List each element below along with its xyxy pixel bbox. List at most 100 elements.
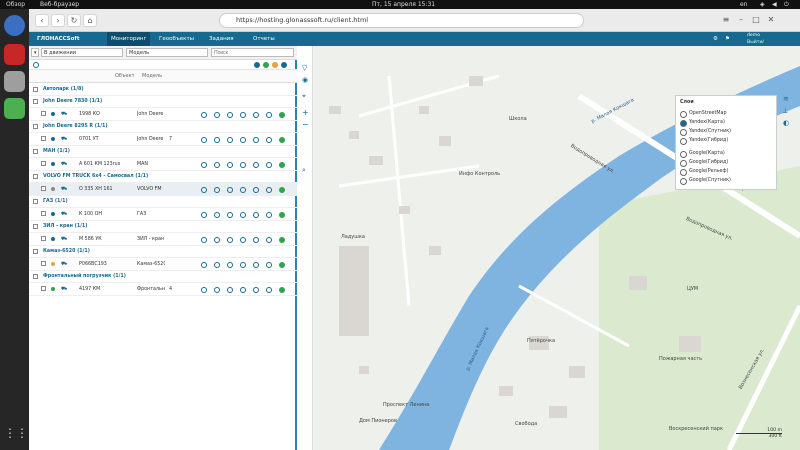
group-row[interactable]: ГАЗ (1/1) bbox=[29, 196, 297, 208]
clock-icon[interactable] bbox=[214, 187, 220, 193]
vehicle-name[interactable]: А 601 КМ 123rus bbox=[79, 158, 120, 171]
sensor-icon[interactable] bbox=[227, 237, 233, 243]
tab-monitoring[interactable]: Мониторинг bbox=[107, 32, 151, 46]
track-icon[interactable] bbox=[266, 287, 272, 293]
vehicle-name[interactable]: 0701 УТ bbox=[79, 133, 99, 146]
column-model[interactable]: Модель bbox=[142, 70, 162, 83]
close-icon[interactable]: ✕ bbox=[764, 14, 778, 27]
vehicle-row[interactable]: ⛟ О 335 ХН 161 VOLVO FM bbox=[29, 183, 297, 196]
show-apps-icon[interactable]: ⋮⋮ bbox=[4, 423, 28, 444]
reload-button[interactable]: ↻ bbox=[67, 14, 81, 27]
ok-icon[interactable] bbox=[279, 287, 285, 293]
sensor-icon[interactable] bbox=[227, 137, 233, 143]
sensor-icon[interactable] bbox=[227, 262, 233, 268]
fuel-icon[interactable] bbox=[240, 237, 246, 243]
layer-option[interactable]: Google(Рельеф) bbox=[680, 167, 772, 176]
maximize-icon[interactable]: □ bbox=[749, 14, 763, 27]
clock-icon[interactable] bbox=[214, 287, 220, 293]
activities-button[interactable]: Обзор bbox=[6, 0, 25, 9]
row-checkbox[interactable] bbox=[41, 261, 46, 266]
vehicle-name[interactable]: М 586 УК bbox=[79, 233, 102, 246]
fuel-icon[interactable] bbox=[240, 137, 246, 143]
track-icon[interactable] bbox=[266, 237, 272, 243]
ok-icon[interactable] bbox=[279, 212, 285, 218]
power-icon[interactable]: ⏻ bbox=[784, 0, 789, 9]
info-icon[interactable] bbox=[201, 187, 207, 193]
row-checkbox[interactable] bbox=[33, 87, 38, 92]
locate-icon[interactable]: ⌖ bbox=[302, 92, 306, 101]
engine-icon[interactable] bbox=[253, 162, 259, 168]
filter-map-icon[interactable]: ▽ bbox=[302, 64, 307, 72]
row-checkbox[interactable] bbox=[33, 149, 38, 154]
engine-icon[interactable] bbox=[253, 287, 259, 293]
engine-icon[interactable] bbox=[253, 112, 259, 118]
double-commander-icon[interactable] bbox=[4, 44, 25, 65]
state-filter-select[interactable]: В движении bbox=[41, 48, 123, 57]
camera-icon[interactable]: ◉ bbox=[302, 76, 308, 84]
clock-icon[interactable] bbox=[214, 237, 220, 243]
layer-option[interactable]: Google(Гибрид) bbox=[680, 158, 772, 167]
track-icon[interactable] bbox=[266, 137, 272, 143]
layer-option[interactable]: Google(Карта) bbox=[680, 149, 772, 158]
row-checkbox[interactable] bbox=[41, 211, 46, 216]
ok-icon[interactable] bbox=[279, 162, 285, 168]
info-icon[interactable] bbox=[201, 212, 207, 218]
url-bar[interactable]: https://hosting.glonasssoft.ru/client.ht… bbox=[219, 13, 584, 28]
browser-launcher-icon[interactable] bbox=[4, 15, 25, 36]
row-checkbox[interactable] bbox=[41, 136, 46, 141]
vehicle-row[interactable]: ⛟ 0701 УТ John Deere 7 bbox=[29, 133, 297, 146]
row-checkbox[interactable] bbox=[33, 174, 38, 179]
layer-option[interactable]: Yandex(Спутник) bbox=[680, 127, 772, 136]
vehicle-row[interactable]: ⛟ Р066ВС193 Камаз-6520 bbox=[29, 258, 297, 271]
vehicle-row[interactable]: ⛟ 1998 КО John Deere bbox=[29, 108, 297, 121]
layer-option[interactable]: OpenStreetMap bbox=[680, 109, 772, 118]
language-indicator[interactable]: en bbox=[740, 0, 748, 9]
sensor-icon[interactable] bbox=[227, 287, 233, 293]
zoom-in-button[interactable]: + bbox=[302, 108, 309, 117]
status-warning-icon[interactable] bbox=[272, 62, 278, 68]
group-row[interactable]: John Deere 7830 (1/1) bbox=[29, 96, 297, 108]
info-icon[interactable] bbox=[201, 162, 207, 168]
map-view[interactable]: ▽ ◉ ⌖ + − ⌕ Водопроводная ул. Водопровод… bbox=[299, 46, 800, 450]
clock-icon[interactable] bbox=[214, 162, 220, 168]
engine-icon[interactable] bbox=[253, 212, 259, 218]
filter-icon[interactable]: ▾ bbox=[31, 48, 39, 57]
refresh-icon[interactable] bbox=[33, 62, 39, 68]
menu-icon[interactable]: ≡ bbox=[719, 14, 733, 27]
track-icon[interactable] bbox=[266, 187, 272, 193]
info-icon[interactable] bbox=[201, 112, 207, 118]
row-checkbox[interactable] bbox=[41, 186, 46, 191]
info-icon[interactable] bbox=[201, 137, 207, 143]
row-checkbox[interactable] bbox=[33, 249, 38, 254]
tab-tasks[interactable]: Задания bbox=[205, 32, 238, 46]
clock-icon[interactable] bbox=[214, 262, 220, 268]
fuel-icon[interactable] bbox=[240, 212, 246, 218]
notifications-icon[interactable]: ⚑ bbox=[721, 32, 734, 46]
sensor-icon[interactable] bbox=[227, 162, 233, 168]
group-row[interactable]: Фронтальный погрузчик (1/1) bbox=[29, 271, 297, 283]
track-icon[interactable] bbox=[266, 212, 272, 218]
group-row[interactable]: МАН (1/1) bbox=[29, 146, 297, 158]
clock[interactable]: Пт, 15 апреля 15:31 bbox=[372, 0, 435, 9]
forward-button[interactable]: › bbox=[51, 14, 65, 27]
active-app-name[interactable]: Веб-браузер bbox=[40, 0, 79, 9]
vehicle-name[interactable]: О 335 ХН 161 bbox=[79, 183, 113, 196]
layer-option[interactable]: Yandex(Карта) bbox=[680, 118, 772, 127]
network-icon[interactable]: ◈ bbox=[760, 0, 765, 9]
search-input[interactable] bbox=[211, 48, 294, 57]
engine-icon[interactable] bbox=[253, 137, 259, 143]
vehicle-row[interactable]: ⛟ А 601 КМ 123rus MAN bbox=[29, 158, 297, 171]
fuel-icon[interactable] bbox=[240, 187, 246, 193]
minimize-icon[interactable]: – bbox=[734, 14, 748, 27]
clock-icon[interactable] bbox=[214, 212, 220, 218]
vehicle-row[interactable]: ⛟ 4197 КМ Фронтальный 4 bbox=[29, 283, 297, 296]
row-checkbox[interactable] bbox=[41, 111, 46, 116]
home-button[interactable]: ⌂ bbox=[83, 14, 97, 27]
ok-icon[interactable] bbox=[279, 187, 285, 193]
fuel-icon[interactable] bbox=[240, 287, 246, 293]
back-button[interactable]: ‹ bbox=[35, 14, 49, 27]
user-name[interactable]: demo Выйти/Пользователь bbox=[743, 32, 800, 52]
field-filter-select[interactable]: Модель bbox=[126, 48, 208, 57]
sensor-icon[interactable] bbox=[227, 212, 233, 218]
clock-icon[interactable] bbox=[214, 137, 220, 143]
